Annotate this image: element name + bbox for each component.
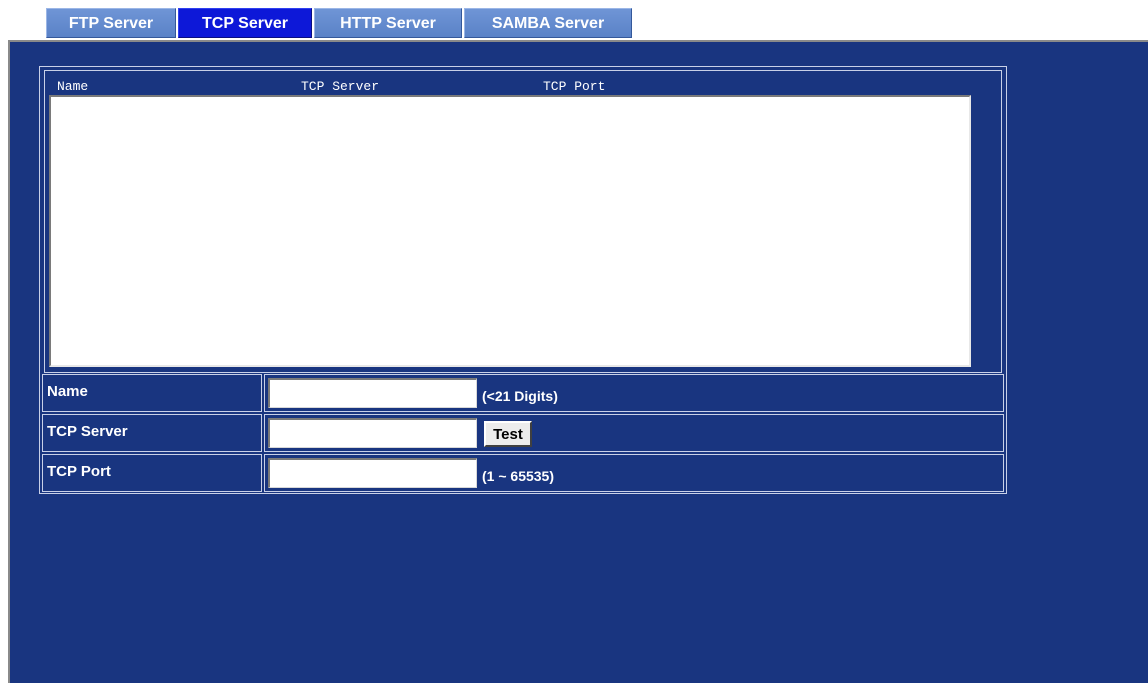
column-header-tcp-server: TCP Server — [301, 79, 380, 94]
tcp-server-settings: Name TCP Server TCP Port Name (<21 Digit… — [39, 66, 1007, 494]
name-value-cell: (<21 Digits) — [264, 374, 1004, 412]
server-listbox[interactable] — [49, 95, 971, 367]
tcp-port-row: TCP Port (1 ~ 65535) — [42, 454, 1004, 492]
test-button[interactable]: Test — [484, 421, 532, 447]
tcp-server-value-cell: Test — [264, 414, 1004, 452]
name-input[interactable] — [268, 378, 477, 408]
column-header-tcp-port: TCP Port — [543, 79, 606, 94]
server-list-header: Name TCP Server TCP Port — [45, 71, 1001, 97]
tab-http-server[interactable]: HTTP Server — [314, 8, 462, 38]
tab-ftp-server[interactable]: FTP Server — [46, 8, 176, 38]
tcp-server-label: TCP Server — [47, 423, 128, 440]
name-hint: (<21 Digits) — [482, 388, 558, 404]
settings-panel: Name TCP Server TCP Port Name (<21 Digit… — [8, 40, 1148, 683]
tab-tcp-server[interactable]: TCP Server — [178, 8, 312, 38]
tab-samba-server[interactable]: SAMBA Server — [464, 8, 632, 38]
name-label: Name — [47, 383, 88, 400]
server-tabs: FTP Server TCP Server HTTP Server SAMBA … — [46, 8, 634, 38]
tcp-server-input[interactable] — [268, 418, 477, 448]
name-row: Name (<21 Digits) — [42, 374, 1004, 412]
column-header-name: Name — [57, 79, 89, 94]
tcp-port-input[interactable] — [268, 458, 477, 488]
tcp-port-label-cell: TCP Port — [42, 454, 262, 492]
tcp-server-label-cell: TCP Server — [42, 414, 262, 452]
tcp-server-row: TCP Server Test — [42, 414, 1004, 452]
tcp-port-value-cell: (1 ~ 65535) — [264, 454, 1004, 492]
tcp-port-hint: (1 ~ 65535) — [482, 468, 554, 484]
server-list-panel: Name TCP Server TCP Port — [44, 70, 1002, 373]
tcp-port-label: TCP Port — [47, 463, 111, 480]
name-label-cell: Name — [42, 374, 262, 412]
